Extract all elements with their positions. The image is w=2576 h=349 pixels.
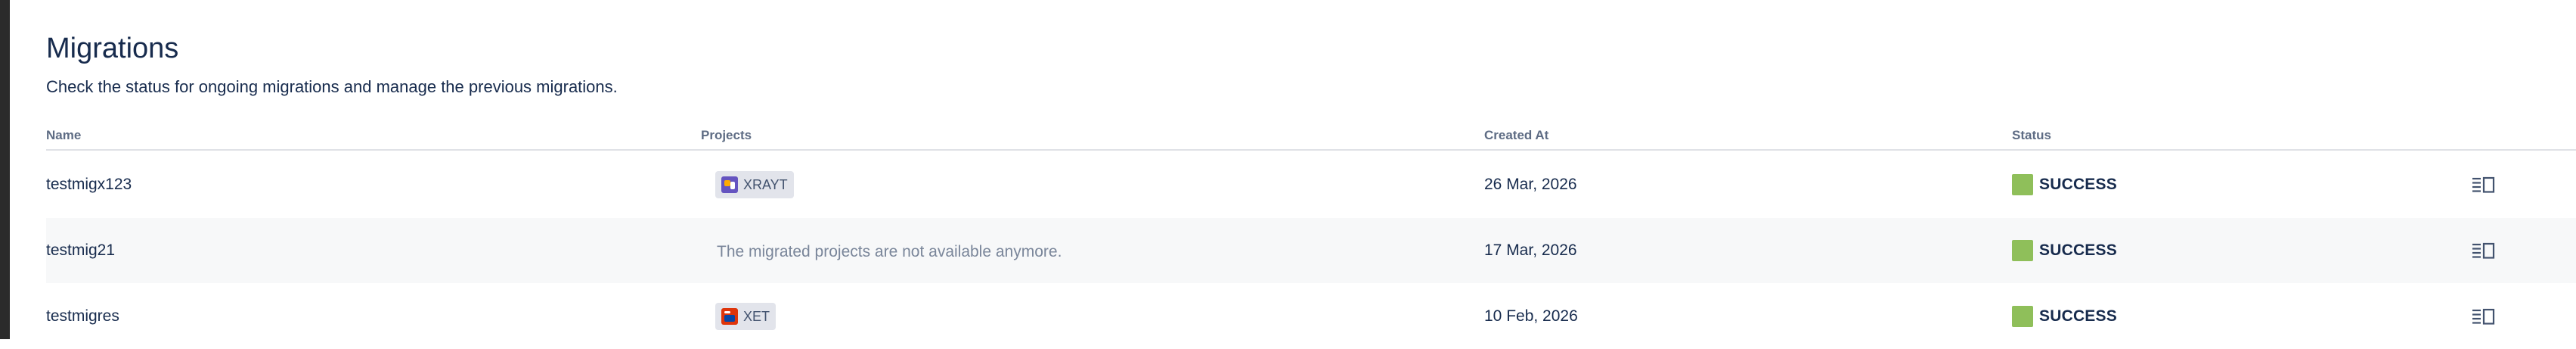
status-indicator bbox=[2012, 174, 2033, 195]
migration-name: testmig21 bbox=[46, 241, 116, 259]
table-row[interactable]: testmigres XET 10 Feb, 2026 SUCCESS bbox=[46, 284, 2576, 349]
projects-cell: XRAYT bbox=[715, 152, 794, 217]
migration-name: testmigres bbox=[46, 307, 119, 325]
projects-cell: The migrated projects are not available … bbox=[717, 218, 1062, 283]
created-at: 17 Mar, 2026 bbox=[1484, 241, 1577, 259]
status-indicator bbox=[2012, 306, 2033, 327]
created-at: 26 Mar, 2026 bbox=[1484, 176, 1577, 193]
column-header-name[interactable]: Name bbox=[46, 127, 81, 144]
page-title: Migrations bbox=[46, 33, 179, 64]
status-cell: SUCCESS bbox=[2012, 152, 2117, 217]
projects-cell: XET bbox=[715, 284, 777, 349]
status-badge: SUCCESS bbox=[2039, 176, 2117, 193]
window-left-edge bbox=[0, 0, 10, 339]
details-panel-icon[interactable] bbox=[2471, 238, 2497, 263]
status-badge: SUCCESS bbox=[2039, 241, 2117, 259]
project-chip[interactable]: XET bbox=[715, 303, 777, 330]
actions-cell bbox=[2471, 152, 2497, 217]
table-row[interactable]: testmig21 The migrated projects are not … bbox=[46, 218, 2576, 283]
project-key: XET bbox=[743, 308, 770, 324]
details-panel-icon[interactable] bbox=[2471, 304, 2497, 329]
details-panel-icon[interactable] bbox=[2471, 172, 2497, 198]
actions-cell bbox=[2471, 284, 2497, 349]
project-key: XRAYT bbox=[743, 176, 788, 192]
column-header-projects[interactable]: Projects bbox=[701, 127, 752, 144]
status-cell: SUCCESS bbox=[2012, 284, 2117, 349]
table-row[interactable]: testmigx123 XRAYT 26 Mar, 2026 SUCCESS bbox=[46, 152, 2576, 217]
column-header-status[interactable]: Status bbox=[2012, 127, 2051, 144]
projects-unavailable-text: The migrated projects are not available … bbox=[717, 243, 1062, 260]
page-subtitle: Check the status for ongoing migrations … bbox=[46, 77, 618, 96]
created-at: 10 Feb, 2026 bbox=[1484, 307, 1578, 325]
project-avatar-icon bbox=[721, 308, 738, 325]
migration-name: testmigx123 bbox=[46, 176, 132, 193]
project-chip[interactable]: XRAYT bbox=[715, 171, 794, 198]
status-indicator bbox=[2012, 240, 2033, 261]
project-avatar-icon bbox=[721, 176, 738, 193]
header-divider bbox=[46, 149, 2576, 151]
actions-cell bbox=[2471, 218, 2497, 283]
column-header-created-at[interactable]: Created At bbox=[1484, 127, 1548, 144]
status-badge: SUCCESS bbox=[2039, 307, 2117, 325]
status-cell: SUCCESS bbox=[2012, 218, 2117, 283]
